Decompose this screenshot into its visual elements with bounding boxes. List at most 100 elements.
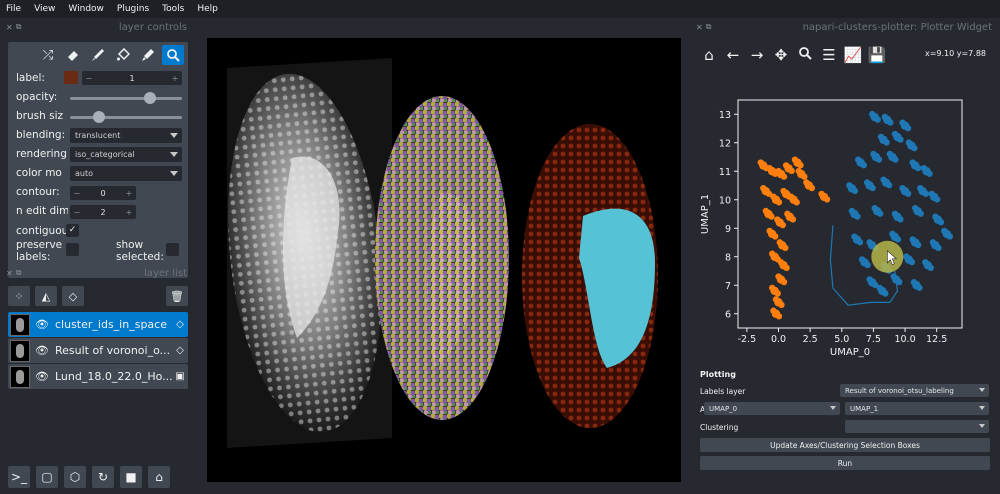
- pan-icon[interactable]: ✥: [770, 46, 792, 64]
- dock-float-icon[interactable]: ⧉: [16, 268, 22, 278]
- new-labels-layer-icon[interactable]: ◇: [62, 286, 84, 306]
- blue-cluster-point: [858, 256, 866, 263]
- shuffle-icon[interactable]: ⤮: [37, 45, 59, 65]
- x-tick-label: 5.0: [834, 334, 849, 345]
- show-selected-checkbox[interactable]: [166, 243, 179, 256]
- edit-axis-icon[interactable]: 📈: [842, 46, 864, 64]
- menu-help[interactable]: Help: [197, 4, 218, 14]
- forward-arrow-icon[interactable]: →: [746, 46, 768, 64]
- eye-icon[interactable]: 👁: [33, 370, 51, 383]
- blue-cluster-point: [910, 279, 918, 286]
- layer-item[interactable]: 👁 Lund_18.0_22.0_Ho... ▣: [8, 364, 188, 389]
- y-tick-label: 12: [719, 138, 731, 149]
- dock-float-icon[interactable]: ⧉: [706, 22, 712, 32]
- opacity-label: opacity:: [16, 91, 58, 103]
- n-edit-dim-spinbox[interactable]: − 2 +: [70, 205, 136, 219]
- home-icon[interactable]: ⌂: [148, 466, 170, 488]
- axes-x-select[interactable]: UMAP_0: [704, 402, 840, 415]
- paint-brush-icon[interactable]: [87, 45, 109, 65]
- rendering-select[interactable]: iso_categorical: [70, 147, 182, 162]
- axes-y-select[interactable]: UMAP_1: [845, 402, 989, 415]
- save-icon[interactable]: 💾: [866, 46, 888, 64]
- blue-cluster-point: [897, 216, 904, 223]
- y-tick-label: 11: [719, 167, 731, 178]
- dock-close-icon[interactable]: ✕: [6, 23, 13, 32]
- new-shapes-layer-icon[interactable]: ◭: [35, 286, 57, 306]
- plotter-title-bar: ✕ ⧉ napari-clusters-plotter: Plotter Wid…: [696, 20, 992, 34]
- y-tick-label: 10: [719, 195, 731, 206]
- dock-float-icon[interactable]: ⧉: [16, 22, 22, 32]
- rotate-icon[interactable]: ↻: [92, 466, 114, 488]
- color-picker-icon[interactable]: [137, 45, 159, 65]
- embryo-render: [227, 58, 658, 448]
- delete-layer-icon[interactable]: 🗑: [166, 286, 188, 306]
- layer-name[interactable]: Result of voronoi_o...: [51, 344, 172, 357]
- labels-layer-select[interactable]: Result of voronoi_otsu_labeling: [840, 384, 989, 397]
- blue-cluster-point: [903, 253, 910, 260]
- increment-icon[interactable]: +: [122, 208, 136, 217]
- show-selected-label: show selected:: [116, 239, 164, 263]
- x-tick-label: 10.0: [894, 334, 915, 345]
- increment-icon[interactable]: +: [122, 189, 136, 198]
- layer-name[interactable]: cluster_ids_in_space: [51, 318, 172, 331]
- brush-size-slider[interactable]: [70, 111, 182, 123]
- clustering-label: Clustering: [700, 422, 739, 432]
- blue-cluster-point: [874, 116, 881, 123]
- layer-list-title: layer list: [144, 267, 187, 279]
- increment-icon[interactable]: +: [168, 74, 182, 83]
- eraser-icon[interactable]: [62, 45, 84, 65]
- menu-window[interactable]: Window: [68, 4, 104, 14]
- layer-name[interactable]: Lund_18.0_22.0_Ho...: [51, 370, 172, 383]
- orange-cluster-point: [789, 216, 797, 223]
- decrement-icon[interactable]: −: [70, 189, 84, 198]
- blue-cluster-point: [899, 185, 906, 192]
- run-button[interactable]: Run: [700, 456, 990, 470]
- clustering-select[interactable]: [845, 420, 989, 433]
- menu-plugins[interactable]: Plugins: [117, 4, 149, 14]
- scatter-plot-svg[interactable]: -2.5 0.0 2.5 5.0 7.5 10.0 12.5 6 7 8 9 10 11 12 13 UMAP…: [690, 74, 1000, 374]
- viewer-canvas[interactable]: [207, 38, 681, 482]
- home-icon[interactable]: ⌂: [698, 46, 720, 64]
- contour-spinbox[interactable]: − 0 +: [70, 186, 136, 200]
- grid-icon[interactable]: ■: [120, 466, 142, 488]
- dock-close-icon[interactable]: ✕: [696, 23, 703, 32]
- x-tick-label: 2.5: [803, 334, 818, 345]
- zoom-icon[interactable]: [162, 45, 184, 65]
- menu-file[interactable]: File: [6, 4, 21, 14]
- zoom-icon[interactable]: [794, 46, 816, 64]
- blue-cluster-point: [914, 164, 922, 172]
- orange-cluster-point: [787, 193, 795, 200]
- layer-item[interactable]: 👁 cluster_ids_in_space ◇: [8, 312, 188, 337]
- chevron-down-icon: [979, 406, 985, 410]
- cube-icon[interactable]: ⬡: [64, 466, 86, 488]
- blue-cluster-point: [846, 182, 853, 189]
- decrement-icon[interactable]: −: [70, 208, 84, 217]
- square-icon[interactable]: ▢: [36, 466, 58, 488]
- color-mode-select[interactable]: auto: [70, 166, 182, 181]
- y-tick-label: 8: [725, 252, 731, 263]
- opacity-slider[interactable]: [70, 92, 182, 104]
- preserve-labels-checkbox[interactable]: [66, 243, 79, 256]
- back-arrow-icon[interactable]: ←: [722, 46, 744, 64]
- layer-item[interactable]: 👁 Result of voronoi_o... ◇: [8, 338, 188, 363]
- eye-icon[interactable]: 👁: [33, 318, 51, 331]
- update-selection-boxes-button[interactable]: Update Axes/Clustering Selection Boxes: [700, 438, 990, 452]
- dock-close-icon[interactable]: ✕: [6, 269, 13, 278]
- scatter-plot[interactable]: -2.5 0.0 2.5 5.0 7.5 10.0 12.5 6 7 8 9 10 11 12 13 UMAP…: [690, 74, 1000, 374]
- orange-cluster-point: [780, 173, 788, 180]
- label-spinbox[interactable]: − 1 +: [82, 71, 182, 85]
- eye-icon[interactable]: 👁: [33, 344, 51, 357]
- menu-view[interactable]: View: [34, 4, 55, 14]
- contour-value: 0: [100, 188, 106, 198]
- contiguous-checkbox[interactable]: ✓: [66, 224, 79, 237]
- console-icon[interactable]: >_: [8, 466, 30, 488]
- brush-size-slider-handle[interactable]: [93, 111, 105, 123]
- blue-cluster-point: [854, 213, 861, 220]
- configure-subplots-icon[interactable]: ☰: [818, 46, 840, 64]
- new-points-layer-icon[interactable]: ⁘: [8, 286, 30, 306]
- decrement-icon[interactable]: −: [82, 74, 96, 83]
- opacity-slider-handle[interactable]: [144, 92, 156, 104]
- fill-bucket-icon[interactable]: [112, 45, 134, 65]
- menu-tools[interactable]: Tools: [162, 4, 184, 14]
- blending-select[interactable]: translucent: [70, 128, 182, 143]
